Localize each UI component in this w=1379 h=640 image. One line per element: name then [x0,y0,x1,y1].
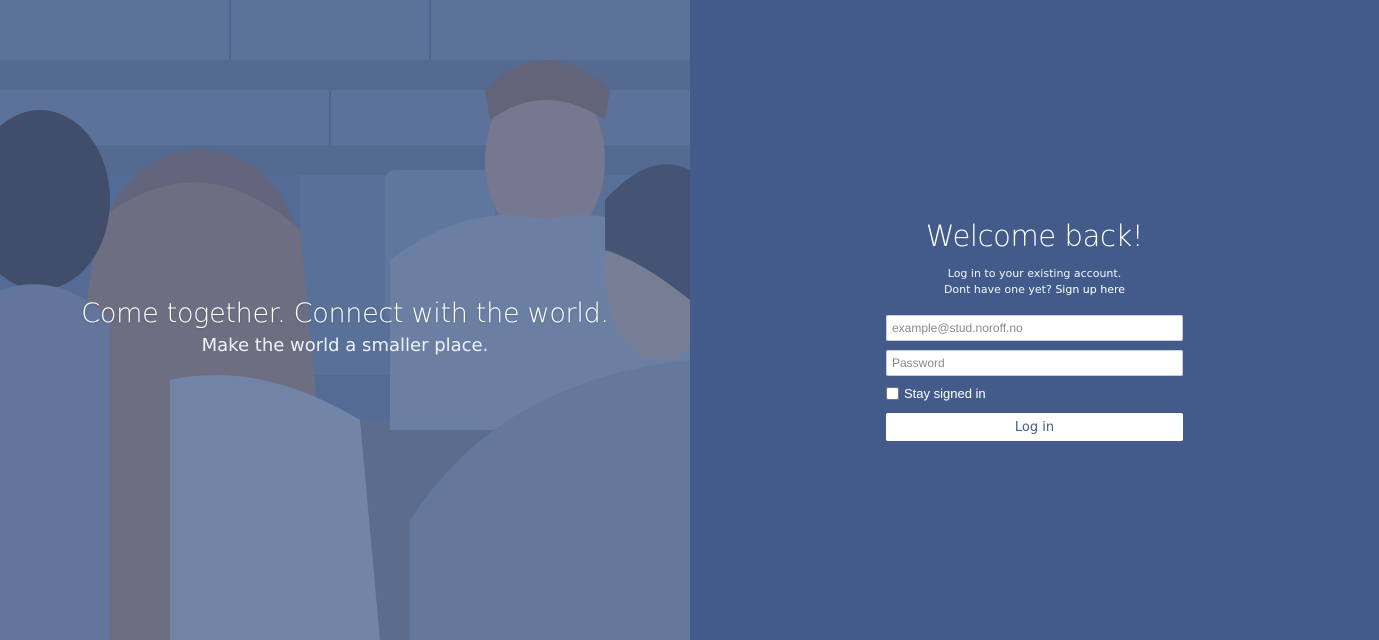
login-lead-text: Log in to your existing account. [947,267,1122,280]
hero-text: Come together. Connect with the world. M… [0,296,690,358]
password-field[interactable] [886,350,1183,376]
stay-signed-in-label: Stay signed in [904,385,986,401]
login-button[interactable]: Log in [886,413,1183,441]
signup-link[interactable]: Sign up here [1055,283,1125,296]
stay-signed-in-checkbox[interactable] [886,386,899,400]
signup-prompt: Dont have one yet? [943,283,1052,296]
hero-headline: Come together. Connect with the world. [81,298,609,329]
login-page: Come together. Connect with the world. M… [0,0,1379,640]
email-field[interactable] [886,315,1183,341]
stay-signed-in-row[interactable]: Stay signed in [886,385,1183,401]
hero-subline: Make the world a smaller place. [201,335,489,356]
signup-line: Dont have one yet? Sign up here [886,282,1183,298]
hero-panel: Come together. Connect with the world. M… [0,0,690,640]
login-panel: Welcome back! Log in to your existing ac… [690,0,1379,640]
login-form: Welcome back! Log in to your existing ac… [886,216,1183,441]
welcome-title: Welcome back! [925,219,1144,253]
